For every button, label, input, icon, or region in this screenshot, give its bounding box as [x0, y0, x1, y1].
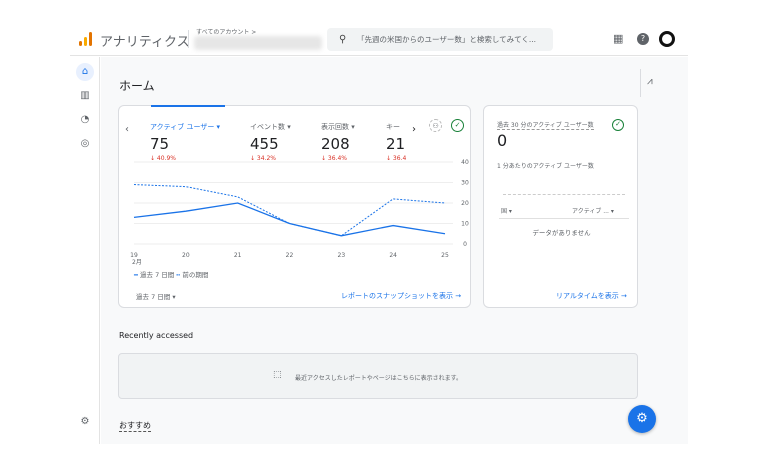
realtime-title: 過去 30 分のアクティブ ユーザー数: [497, 122, 594, 130]
settings-gear-icon[interactable]: ⚙: [76, 413, 94, 431]
recently-accessed-title: Recently accessed: [119, 331, 194, 340]
mini-chart-baseline: [503, 194, 625, 195]
account-name-blurred[interactable]: [194, 36, 322, 50]
recommendations-title: おすすめ: [119, 421, 151, 432]
cursor-window-icon: ⬚: [273, 370, 282, 380]
date-range-dropdown[interactable]: 過去 7 日間 ▾: [136, 291, 176, 301]
y-tick-label: 40: [461, 159, 469, 166]
y-tick-label: 20: [461, 200, 469, 207]
sidebar: ⌂ ▥ ◔ ◎ ⚙: [70, 57, 100, 444]
advertising-icon[interactable]: ◎: [76, 135, 94, 153]
country-column[interactable]: 国 ▾: [501, 206, 512, 215]
legend: ━ 過去 7 日間 ╍ 前の期間: [134, 271, 209, 279]
x-tick-label: 19: [130, 252, 138, 259]
realtime-card: 過去 30 分のアクティブ ユーザー数 ✓ 0 1 分あたりのアクティブ ユーザ…: [483, 105, 638, 308]
reports-icon[interactable]: ▥: [76, 87, 94, 105]
divider: [499, 218, 629, 219]
divider: [188, 30, 189, 48]
x-tick-label: 20: [182, 252, 190, 259]
recently-accessed-panel: ⬚ 最近アクセスしたレポートやページはこちらに表示されます。: [118, 353, 638, 399]
next-arrow-icon[interactable]: ›: [412, 124, 416, 135]
analytics-logo-icon: [79, 32, 93, 46]
apps-grid-icon[interactable]: ▦: [613, 32, 623, 45]
realtime-subtitle: 1 分あたりのアクティブ ユーザー数: [497, 163, 594, 170]
main-content: ホーム ⩘ ‹ アクティブ ユーザー ▾ 75 ↓ 40.9% イベント数 ▾ 455…: [101, 57, 688, 444]
recent-empty-text: 最近アクセスしたレポートやページはこちらに表示されます。: [295, 375, 462, 382]
account-breadcrumb[interactable]: すべてのアカウント >: [196, 27, 256, 36]
x-tick-label: 24: [389, 252, 397, 259]
insights-icon[interactable]: ⩘: [647, 76, 653, 87]
check-status-icon[interactable]: ✓: [451, 119, 464, 132]
assistant-fab-button[interactable]: ⚙: [628, 405, 656, 433]
analytics-app: アナリティクス すべてのアカウント > ⚲ 「先週の米国からのユーザー数」と検索し…: [70, 20, 688, 444]
divider: [640, 69, 641, 97]
view-realtime-link[interactable]: リアルタイムを表示 →: [556, 291, 627, 301]
page-title: ホーム: [119, 79, 155, 93]
search-icon: ⚲: [339, 34, 347, 45]
compare-icon[interactable]: ⚇: [429, 119, 442, 132]
home-icon[interactable]: ⌂: [76, 63, 94, 81]
y-tick-label: 10: [461, 221, 469, 228]
app-title: アナリティクス: [100, 35, 190, 50]
y-tick-label: 0: [463, 241, 467, 248]
top-bar: アナリティクス すべてのアカウント > ⚲ 「先週の米国からのユーザー数」と検索し…: [70, 20, 688, 56]
check-status-icon: ✓: [612, 119, 624, 131]
x-month-label: 2月: [132, 259, 142, 266]
help-icon[interactable]: ?: [637, 33, 649, 45]
realtime-value: 0: [497, 131, 508, 150]
series-line-current: [133, 202, 446, 237]
active-tab-indicator: [151, 105, 225, 107]
overview-card: ‹ アクティブ ユーザー ▾ 75 ↓ 40.9% イベント数 ▾ 455 ↓ 34.2…: [118, 105, 471, 308]
prev-arrow-icon[interactable]: ‹: [125, 124, 129, 135]
avatar[interactable]: [659, 31, 675, 47]
y-tick-label: 30: [461, 180, 469, 187]
active-users-column[interactable]: アクティブ ... ▾: [572, 206, 614, 215]
line-chart: 40 30 20 10 0 19 20 21 22 23 24 25 2月: [130, 159, 469, 266]
x-tick-label: 22: [286, 252, 294, 259]
view-snapshot-link[interactable]: レポートのスナップショットを表示 →: [341, 291, 461, 301]
x-tick-label: 23: [338, 252, 346, 259]
search-input[interactable]: ⚲ 「先週の米国からのユーザー数」と検索してみてく...: [327, 28, 553, 51]
search-placeholder: 「先週の米国からのユーザー数」と検索してみてく...: [357, 35, 537, 44]
no-data-text: データがありません: [532, 229, 591, 237]
x-tick-label: 25: [441, 252, 449, 259]
x-tick-label: 21: [234, 252, 242, 259]
explore-icon[interactable]: ◔: [76, 111, 94, 129]
series-line-previous: [133, 184, 446, 237]
